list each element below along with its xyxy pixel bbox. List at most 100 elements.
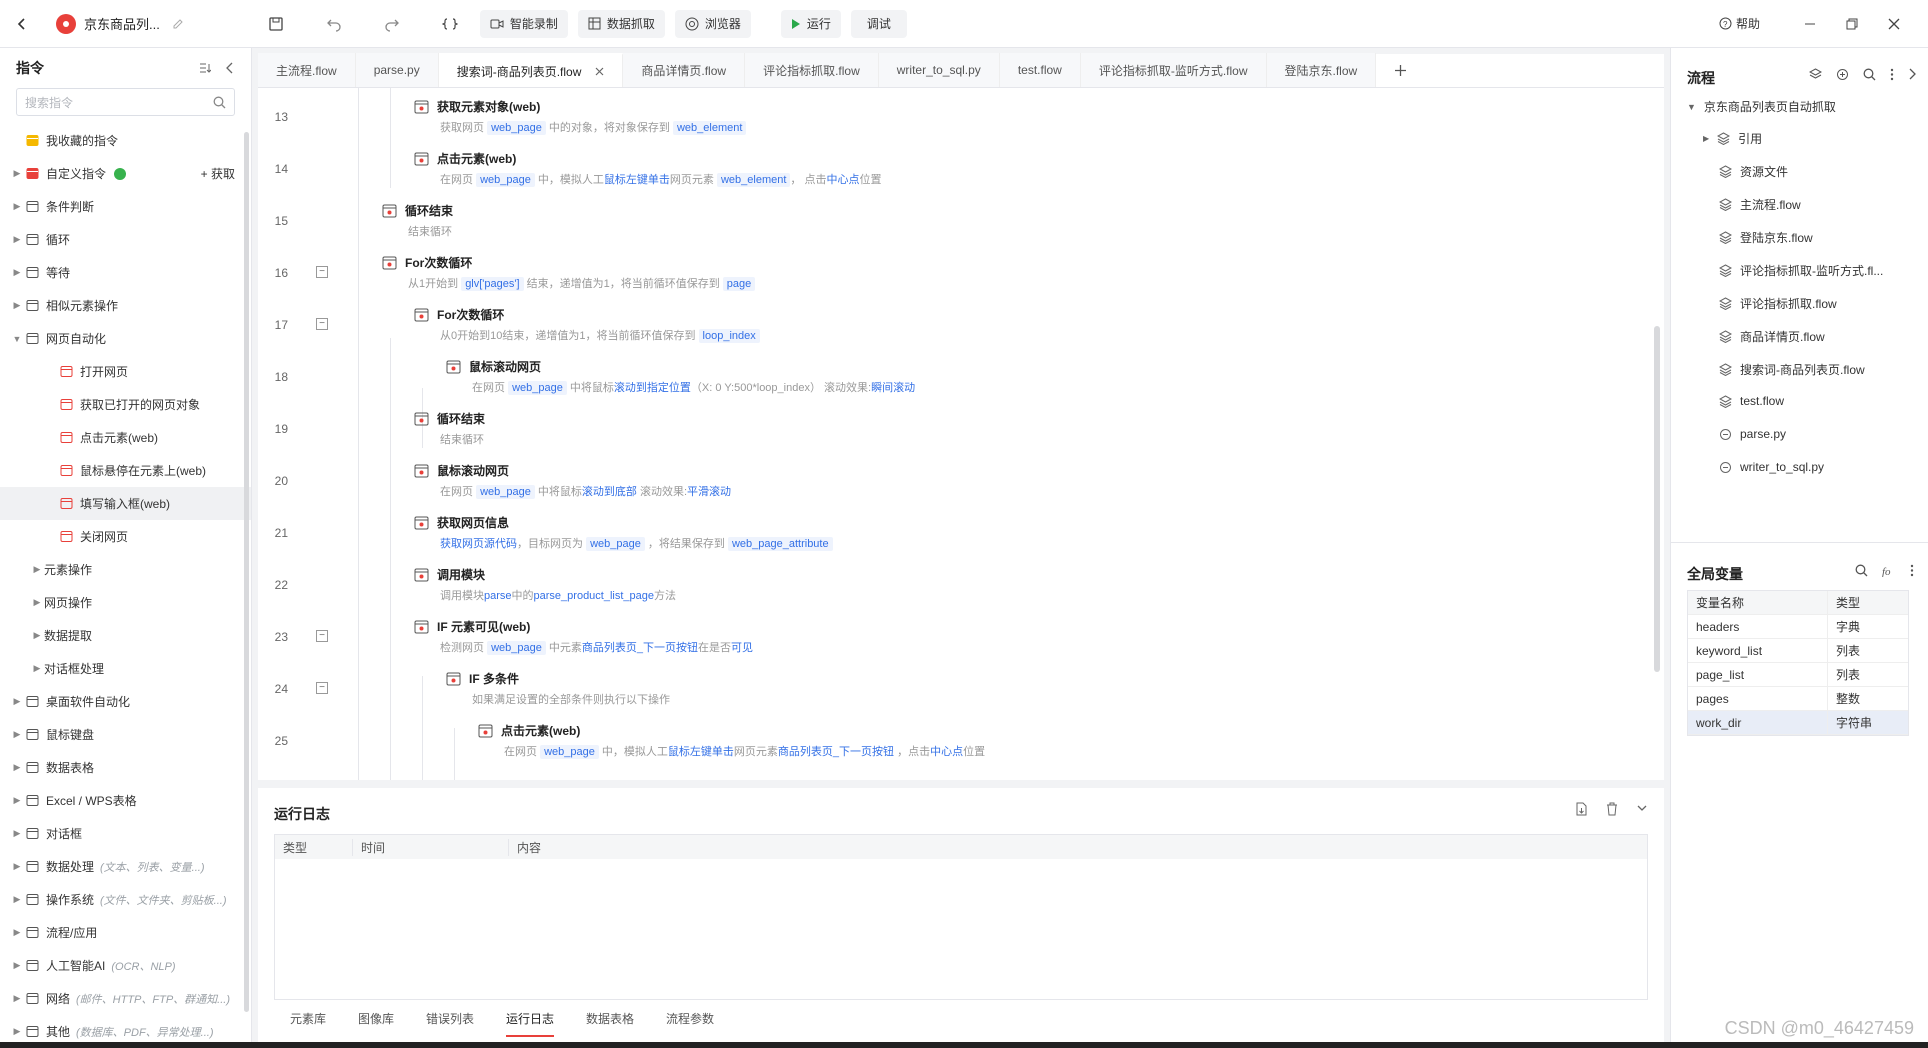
command-item[interactable]: ▶ 相似元素操作 [0,289,251,322]
fold-toggle-icon[interactable]: − [316,682,328,694]
flow-file-item[interactable]: 搜索词-商品列表页.flow [1719,361,1865,378]
variable-chip[interactable]: page [722,277,756,291]
flow-file-item[interactable]: ▶ 引用 [1703,130,1762,147]
gv-row[interactable]: pages 整数 [1688,686,1908,711]
flow-tab[interactable]: writer_to_sql.py [878,53,1000,87]
gv-row[interactable]: page_list 列表 [1688,662,1908,687]
command-item[interactable]: ▶ 数据处理 (文本、列表、变量...) [0,850,251,883]
step-row[interactable]: 17 − For次数循环 从0开始到10结束，递增值为1，将当前循环值保存到 loop… [258,304,1648,356]
param-link[interactable]: 瞬间滚动 [871,382,915,394]
variable-chip[interactable]: glv['pages'] [461,277,524,291]
project-title[interactable]: 京东商品列... [84,14,160,33]
flow-tab[interactable]: 登陆京东.flow [1266,53,1377,87]
command-item[interactable]: ▶ 元素操作 [0,553,251,586]
command-item[interactable]: 打开网页 [0,355,251,388]
step-row[interactable]: 25 点击元素(web) 在网页 web_page 中，模拟人工鼠标左键单击网页元素… [258,720,1648,772]
expand-panel-icon[interactable] [1908,68,1916,81]
search-var-icon[interactable] [1855,564,1868,577]
command-item[interactable]: ▶ 数据表格 [0,751,251,784]
bottom-tab[interactable]: 流程参数 [666,1010,714,1027]
command-item[interactable]: 点击元素(web) [0,421,251,454]
debug-button[interactable]: 调试 [850,9,907,38]
variable-chip[interactable]: web_page [487,641,546,655]
step-block[interactable]: 循环结束 结束循环 [414,410,485,447]
more-icon[interactable] [1890,68,1894,81]
flow-file-item[interactable]: 主流程.flow [1719,196,1801,213]
code-icon[interactable] [436,10,464,38]
param-link[interactable]: 滚动到底部 [582,486,637,498]
gv-row[interactable]: headers 字典 [1688,614,1908,639]
param-link[interactable]: 平滑滚动 [687,486,731,498]
editor-scrollbar[interactable] [1654,326,1660,672]
restore-icon[interactable] [1838,10,1866,38]
param-link[interactable]: 鼠标左键单击 [668,746,734,758]
step-block[interactable]: 循环结束 结束循环 [382,202,453,239]
command-item[interactable]: ▼ 网页自动化 [0,322,251,355]
variable-chip[interactable]: web_page [540,745,599,759]
param-link[interactable]: 中心点 [826,174,859,186]
command-item[interactable]: ▶ 循环 [0,223,251,256]
step-block[interactable]: 点击元素(web) 在网页 web_page 中，模拟人工鼠标左键单击网页元素商品… [478,722,985,759]
step-row[interactable]: 15 循环结束 结束循环 [258,200,1648,252]
variable-chip[interactable]: web_page [476,485,535,499]
step-row[interactable]: 20 鼠标滚动网页 在网页 web_page 中将鼠标滚动到底部 滚动效果:平滑滚动 [258,460,1648,512]
step-row[interactable]: 24 − IF 多条件 如果满足设置的全部条件则执行以下操作 [258,668,1648,720]
command-item[interactable]: ▶ 人工智能AI (OCR、NLP) [0,949,251,982]
command-item[interactable]: 我收藏的指令 [0,124,251,157]
help-button[interactable]: ? 帮助 [1719,15,1760,32]
flow-tab[interactable]: parse.py [355,53,439,87]
add-tab-icon[interactable] [1376,53,1425,87]
step-block[interactable]: IF 多条件 如果满足设置的全部条件则执行以下操作 [446,670,670,707]
step-block[interactable]: 点击元素(web) 在网页 web_page 中，模拟人工鼠标左键单击网页元素 w… [414,150,881,187]
flow-tree-root[interactable]: ▼ 京东商品列表页自动抓取 [1687,98,1836,115]
step-row[interactable]: 21 获取网页信息 获取网页源代码，目标网页为 web_page ，将结果保存到 w… [258,512,1648,564]
flow-file-item[interactable]: 商品详情页.flow [1719,328,1825,345]
command-search-input[interactable]: 搜索指令 [16,88,235,116]
browser-button[interactable]: 浏览器 [674,9,751,38]
command-item[interactable]: ▶ 数据提取 [0,619,251,652]
variable-chip[interactable]: web_element [716,173,791,187]
hide-panel-icon[interactable] [225,62,235,74]
left-scrollbar[interactable] [244,132,249,1012]
variable-chip[interactable]: web_element [672,121,747,135]
close-tab-icon[interactable] [595,67,604,76]
run-button[interactable]: 运行 [780,9,841,38]
param-link[interactable]: 滚动到指定位置 [614,382,691,394]
command-item[interactable]: ▶ 网页操作 [0,586,251,619]
smart-record-button[interactable]: 智能录制 [479,9,568,38]
param-link[interactable]: parse [484,590,512,602]
redo-icon[interactable] [378,10,406,38]
undo-icon[interactable] [320,10,348,38]
command-item[interactable]: ▶ 鼠标键盘 [0,718,251,751]
variable-chip[interactable]: web_page [508,381,567,395]
command-item[interactable]: ▶ 网络 (邮件、HTTP、FTP、群通知...) [0,982,251,1015]
collapse-log-icon[interactable] [1636,802,1648,816]
step-row[interactable]: 19 循环结束 结束循环 [258,408,1648,460]
step-block[interactable]: 获取网页信息 获取网页源代码，目标网页为 web_page ，将结果保存到 web… [414,514,833,551]
var-more-icon[interactable] [1910,564,1914,577]
collapse-all-icon[interactable] [199,62,211,74]
param-link[interactable]: 中心点 [930,746,963,758]
flow-tab[interactable]: 搜索词-商品列表页.flow [438,53,624,87]
flow-file-item[interactable]: writer_to_sql.py [1719,460,1824,474]
export-log-icon[interactable] [1575,802,1588,816]
flow-tab[interactable]: 评论指标抓取-监听方式.flow [1080,53,1267,87]
step-block[interactable]: 获取元素对象(web) 获取网页 web_page 中的对象，将对象保存到 web… [414,98,747,135]
step-block[interactable]: For次数循环 从0开始到10结束，递增值为1，将当前循环值保存到 loop_in… [414,306,760,343]
step-block[interactable]: For次数循环 从1开始到 glv['pages'] 结束，递增值为1，将当前循环… [382,254,756,291]
command-item[interactable]: ▶ 等待 [0,256,251,289]
command-item[interactable]: ▶ 流程/应用 [0,916,251,949]
step-row[interactable]: 22 调用模块 调用模块parse中的parse_product_list_page… [258,564,1648,616]
flow-tab[interactable]: 商品详情页.flow [623,53,746,87]
function-icon[interactable]: fo [1882,564,1896,577]
step-row[interactable]: 23 − IF 元素可见(web) 检测网页 web_page 中元素商品列表页_下一… [258,616,1648,668]
step-row[interactable]: 18 鼠标滚动网页 在网页 web_page 中将鼠标滚动到指定位置（X: 0 Y:… [258,356,1648,408]
step-block[interactable]: 鼠标滚动网页 在网页 web_page 中将鼠标滚动到底部 滚动效果:平滑滚动 [414,462,731,499]
flow-tab[interactable]: 主流程.flow [258,53,356,87]
clear-log-icon[interactable] [1606,802,1618,816]
command-item[interactable]: 获取已打开的网页对象 [0,388,251,421]
flow-file-item[interactable]: 登陆京东.flow [1719,229,1813,246]
new-flow-icon[interactable] [1809,68,1822,81]
fold-toggle-icon[interactable]: − [316,318,328,330]
add-module-icon[interactable] [1836,68,1849,81]
